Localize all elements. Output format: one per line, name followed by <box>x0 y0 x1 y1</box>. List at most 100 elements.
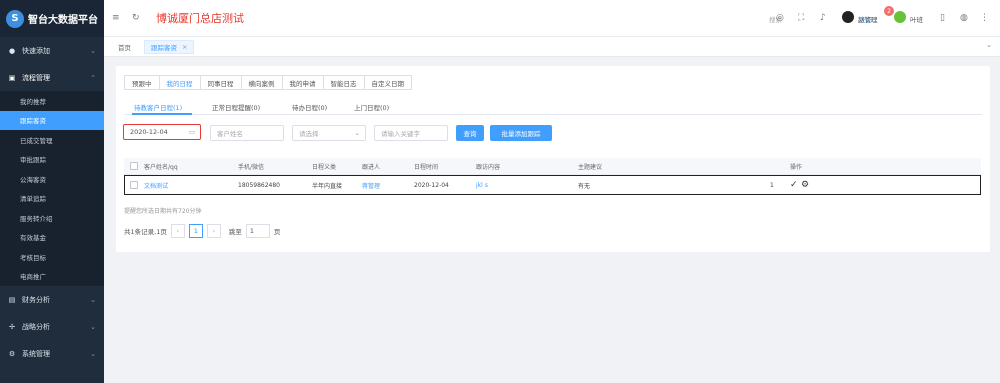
date-picker[interactable]: 2020-12-04 ▭ <box>123 124 201 140</box>
tab-cases[interactable]: 横向案例 <box>241 75 283 90</box>
settings-icon: ⚙ <box>8 349 16 358</box>
customer-name-link[interactable]: 文档测试 <box>144 176 168 194</box>
tag-home[interactable]: 首页 <box>112 40 137 54</box>
chevron-down-icon[interactable]: ⌄ <box>986 41 992 49</box>
sidebar-group-label: 快速添加 <box>22 46 50 55</box>
date-value: 2020-12-04 <box>130 128 168 136</box>
phone-cell: 18059862480 <box>238 181 280 189</box>
tag-active[interactable]: 跟踪客资 × <box>144 40 195 54</box>
keyword-input[interactable]: 客户姓名 <box>210 125 284 141</box>
chevron-down-icon: ⌄ <box>90 349 96 358</box>
tag-label: 跟踪客资 <box>151 44 177 52</box>
finance-icon: ▤ <box>8 295 16 304</box>
pagination: 共1条记录,1页 ‹ 1 › 跳至 1 页 <box>124 223 280 239</box>
next-page-button[interactable]: › <box>206 224 221 238</box>
sidebar-group-label: 流程管理 <box>22 73 50 82</box>
sidebar: S 智台大数据平台 ● 快速添加 ⌄ ▣ 流程管理 ⌃ 我的推荐 跟踪客资 已成… <box>0 0 104 383</box>
brand[interactable]: S 智台大数据平台 <box>0 0 104 37</box>
user-name-secondary[interactable]: 叶班 <box>910 14 923 24</box>
sidebar-group-finance[interactable]: ▤ 财务分析 ⌄ <box>0 286 104 313</box>
col-name: 客户姓名/qq <box>144 163 178 171</box>
select-placeholder: 请选择 <box>299 130 319 138</box>
subtab-pending[interactable]: 待教客户日程(1) <box>134 102 182 112</box>
content-card: 预跟中 我的日程 同事日程 横向案例 我的申请 智能日志 自定义日期 待教客户日… <box>116 66 990 252</box>
tab-colleague-schedule[interactable]: 同事日程 <box>200 75 242 90</box>
sidebar-item-referral[interactable]: 服务转介绍 <box>0 208 104 228</box>
sidebar-item-public[interactable]: 公海客资 <box>0 169 104 189</box>
sidebar-group-label: 战略分析 <box>22 322 50 331</box>
sidebar-item-track[interactable]: 跟踪客资 <box>0 110 104 130</box>
goto-input[interactable]: 1 <box>245 224 270 238</box>
tab-my-schedule[interactable]: 我的日程 <box>159 75 201 90</box>
col-type: 日程义类 <box>312 163 337 171</box>
query-button[interactable]: 查询 <box>456 125 484 141</box>
top-header: ≡ ↻ 博诚厦门总店测试 搜索 查询 ◎ 2 ⛶ ♪ 赵管理 叶班 ▯ ◍ ⋮ <box>104 0 1000 37</box>
extra-input[interactable]: 请输入关键字 <box>374 125 448 141</box>
select-all-checkbox[interactable] <box>130 158 138 174</box>
sidebar-item-approval[interactable]: 审批跟踪 <box>0 149 104 169</box>
gear-icon[interactable]: ⚙ <box>801 176 809 194</box>
content-link[interactable]: jkl s <box>476 176 488 194</box>
shop-title: 博诚厦门总店测试 <box>156 12 244 25</box>
strategy-icon: ✢ <box>9 322 15 331</box>
chevron-down-icon: ⌄ <box>90 46 96 55</box>
batch-add-button[interactable]: 批量添加跟踪 <box>490 125 552 141</box>
tags-bar: 首页 跟踪客资 × ⌄ <box>104 37 1000 57</box>
flow-icon: ▣ <box>8 73 16 82</box>
check-icon[interactable]: ✓ <box>790 176 798 194</box>
type-select[interactable]: 请选择 ⌄ <box>292 125 366 141</box>
tab-pre-follow[interactable]: 预跟中 <box>124 75 160 90</box>
sidebar-group-strategy[interactable]: ✢ 战略分析 ⌄ <box>0 313 104 340</box>
avatar[interactable] <box>842 11 854 23</box>
sidebar-item-deals[interactable]: 已成交管理 <box>0 130 104 150</box>
refresh-icon[interactable]: ↻ <box>132 13 140 23</box>
avatar-secondary[interactable] <box>894 11 906 23</box>
subtab-visit[interactable]: 上门日程(0) <box>354 102 389 112</box>
notification-icon[interactable]: ◎ <box>776 13 784 23</box>
sidebar-group-system[interactable]: ⚙ 系统管理 ⌄ <box>0 340 104 367</box>
sidebar-item-list[interactable]: 清单追踪 <box>0 188 104 208</box>
sub-tabs: 待教客户日程(1) 正常日程提醒(0) 待办日程(0) 上门日程(0) <box>124 100 982 115</box>
page-unit-label: 页 <box>273 228 281 236</box>
time-cell: 2020-12-04 <box>414 181 449 189</box>
goto-label: 跳至 <box>228 228 242 236</box>
table-header: 客户姓名/qq 手机/微信 日程义类 跟进人 日程时间 跟访内容 主题建议 操作 <box>124 158 981 175</box>
logo-icon: S <box>6 9 24 28</box>
row-checkbox[interactable] <box>130 176 138 194</box>
sidebar-item-ecommerce[interactable]: 电商推广 <box>0 266 104 286</box>
type-cell: 半年内直接 <box>312 182 343 190</box>
chevron-up-icon: ⌃ <box>90 73 96 82</box>
prev-page-button[interactable]: ‹ <box>170 224 185 238</box>
extra-placeholder: 请输入关键字 <box>381 130 420 138</box>
owner-link[interactable]: 蒋管理 <box>362 176 380 194</box>
plus-circle-icon: ● <box>8 46 16 55</box>
table-row[interactable]: 文档测试 18059862480 半年内直接 蒋管理 2020-12-04 jk… <box>124 175 981 195</box>
sidebar-item-target[interactable]: 考核目标 <box>0 247 104 267</box>
pagination-total: 共1条记录,1页 <box>124 228 167 236</box>
sidebar-group-quick-add[interactable]: ● 快速添加 ⌄ <box>0 37 104 64</box>
tab-custom-date[interactable]: 自定义日期 <box>364 75 412 90</box>
bell-icon[interactable]: ♪ <box>820 13 826 23</box>
tab-smart-log[interactable]: 智能日志 <box>323 75 365 90</box>
tab-my-requests[interactable]: 我的申请 <box>282 75 324 90</box>
sidebar-group-flow[interactable]: ▣ 流程管理 ⌃ <box>0 64 104 91</box>
close-icon[interactable]: × <box>182 43 187 51</box>
suggestion-cell: 有无 <box>578 182 591 190</box>
sidebar-item-recommend[interactable]: 我的推荐 <box>0 91 104 111</box>
more-icon[interactable]: ⋮ <box>980 13 989 23</box>
subtab-normal[interactable]: 正常日程提醒(0) <box>212 102 260 112</box>
phone-icon[interactable]: ▯ <box>940 13 945 23</box>
subtab-todo[interactable]: 待办日程(0) <box>292 102 327 112</box>
hamburger-icon[interactable]: ≡ <box>112 13 120 23</box>
keyword-placeholder: 客户姓名 <box>217 130 243 138</box>
calendar-icon: ▭ <box>188 128 195 136</box>
top-tabs: 预跟中 我的日程 同事日程 横向案例 我的申请 智能日志 自定义日期 <box>124 75 412 90</box>
sidebar-item-fund[interactable]: 有效基金 <box>0 227 104 247</box>
fullscreen-icon[interactable]: ⛶ <box>798 13 804 23</box>
user-name[interactable]: 赵管理 <box>858 14 878 24</box>
col-actions: 操作 <box>790 163 803 171</box>
count-cell: 1 <box>770 181 774 189</box>
page-number-button[interactable]: 1 <box>188 224 203 238</box>
globe-icon[interactable]: ◍ <box>960 13 968 23</box>
col-owner: 跟进人 <box>362 163 381 171</box>
